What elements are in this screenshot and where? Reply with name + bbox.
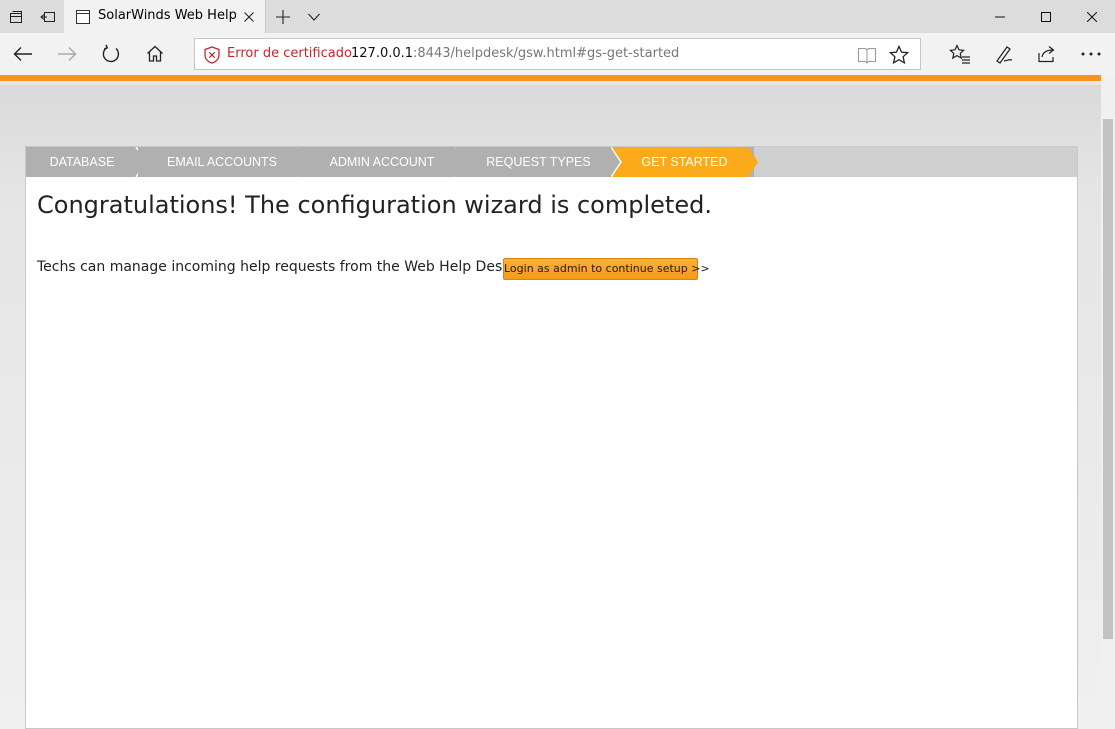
home-icon[interactable] — [134, 33, 176, 75]
url-path: :8443/helpdesk/gsw.html#gs-get-started — [413, 46, 680, 61]
page-title: Congratulations! The configuration wizar… — [37, 191, 712, 219]
shield-error-icon[interactable] — [203, 46, 221, 64]
maximize-icon[interactable] — [1023, 0, 1069, 33]
wizard-steps: DATABASE EMAIL ACCOUNTS ADMIN ACCOUNT RE… — [26, 147, 1077, 177]
browser-toolbar: Error de certificado 127.0.0.1:8443/help… — [0, 33, 1115, 75]
completion-description: Techs can manage incoming help requests … — [37, 259, 515, 275]
step-email-accounts[interactable]: EMAIL ACCOUNTS — [138, 147, 311, 177]
certificate-error-label[interactable]: Error de certificado — [227, 46, 352, 61]
forward-arrow-icon[interactable] — [46, 33, 88, 75]
tabs-aside-icon[interactable] — [0, 0, 32, 33]
star-icon[interactable] — [887, 43, 911, 67]
browser-tab[interactable]: SolarWinds Web Help D — [64, 0, 266, 34]
url-host: 127.0.0.1 — [351, 46, 414, 61]
page-viewport: DATABASE EMAIL ACCOUNTS ADMIN ACCOUNT RE… — [0, 75, 1101, 729]
step-label: GET STARTED — [641, 155, 728, 169]
minimize-icon[interactable] — [977, 0, 1023, 33]
step-label: DATABASE — [49, 155, 115, 169]
refresh-icon[interactable] — [90, 33, 132, 75]
tab-title: SolarWinds Web Help D — [98, 8, 236, 23]
steps-track — [754, 147, 1077, 177]
login-admin-button[interactable]: Login as admin to continue setup >> — [503, 258, 710, 280]
tab-strip: SolarWinds Web Help D — [0, 0, 1115, 34]
page-scrollbar[interactable] — [1101, 75, 1115, 729]
setup-wizard-panel: DATABASE EMAIL ACCOUNTS ADMIN ACCOUNT RE… — [25, 146, 1078, 729]
share-icon[interactable] — [1026, 33, 1068, 75]
more-icon[interactable] — [1070, 33, 1112, 75]
header-shadow — [0, 81, 1101, 85]
close-icon[interactable] — [240, 8, 258, 26]
scrollbar-thumb[interactable] — [1103, 119, 1113, 639]
pen-icon[interactable] — [983, 33, 1025, 75]
address-bar[interactable]: Error de certificado 127.0.0.1:8443/help… — [194, 38, 921, 70]
back-arrow-icon[interactable] — [2, 33, 44, 75]
step-request-types[interactable]: REQUEST TYPES — [456, 147, 616, 177]
favorites-hub-icon[interactable] — [939, 33, 981, 75]
step-label: REQUEST TYPES — [486, 155, 591, 169]
tab-preview-icon[interactable] — [32, 0, 64, 33]
url-text[interactable]: 127.0.0.1:8443/helpdesk/gsw.html#gs-get-… — [351, 46, 679, 61]
step-database[interactable]: DATABASE — [26, 147, 148, 177]
window-close-icon[interactable] — [1069, 0, 1115, 33]
reading-view-icon[interactable] — [855, 43, 879, 67]
page-favicon-icon — [76, 10, 90, 24]
step-label: EMAIL ACCOUNTS — [167, 155, 277, 169]
step-admin-account[interactable]: ADMIN ACCOUNT — [298, 147, 468, 177]
plus-icon[interactable] — [268, 0, 298, 33]
chevron-down-icon[interactable] — [300, 0, 328, 33]
step-get-started[interactable]: GET STARTED — [611, 147, 761, 177]
step-label: ADMIN ACCOUNT — [329, 155, 435, 169]
